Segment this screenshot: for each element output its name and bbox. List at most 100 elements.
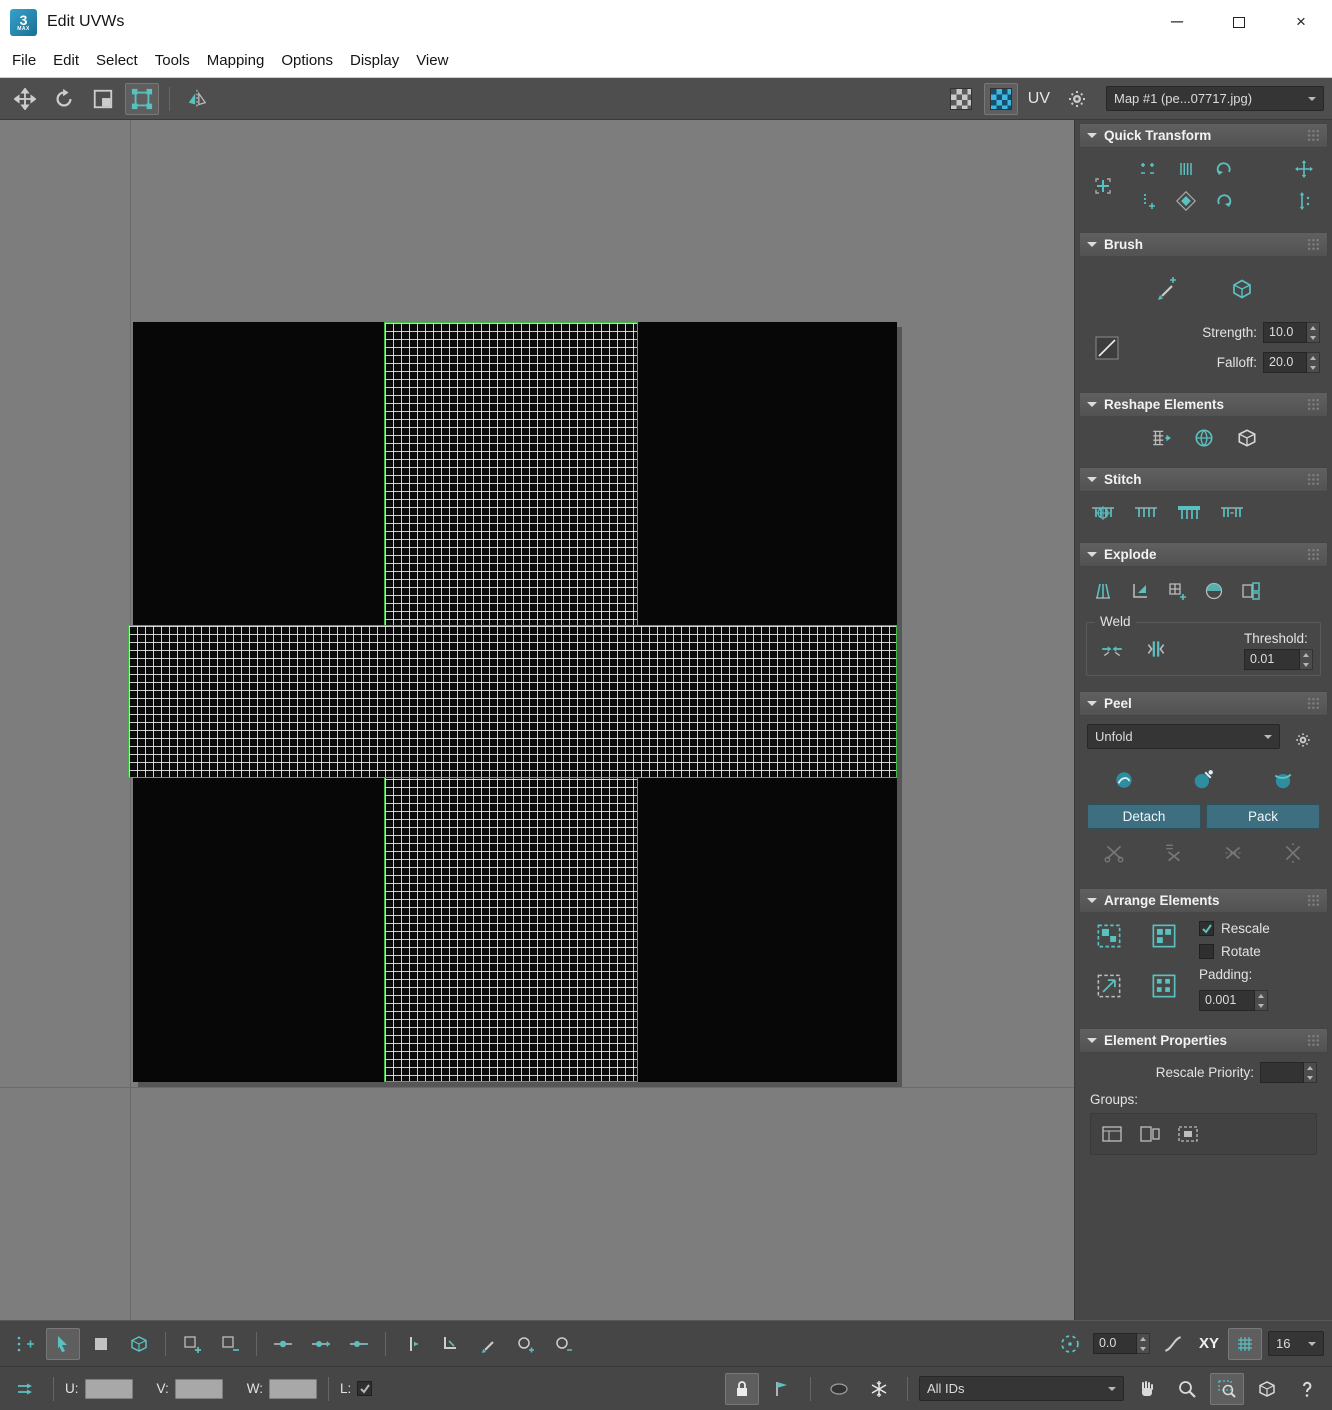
explode-checker-button[interactable] xyxy=(1197,575,1231,607)
move-tool-button[interactable] xyxy=(8,83,42,115)
detach-button[interactable]: Detach xyxy=(1087,804,1201,829)
rescale-checkbox[interactable] xyxy=(1199,921,1214,936)
threshold-spinner[interactable]: 0.01 xyxy=(1244,649,1313,670)
u-input[interactable] xyxy=(84,1378,133,1399)
pack-button[interactable]: Pack xyxy=(1206,804,1320,829)
padding-spinner[interactable]: 0.001 xyxy=(1199,990,1270,1011)
rescale-priority-spinner[interactable] xyxy=(1260,1062,1317,1083)
menu-item-view[interactable]: View xyxy=(416,52,448,69)
help-mode-button[interactable] xyxy=(1290,1373,1324,1405)
stitch-to-target-button[interactable] xyxy=(1126,495,1166,531)
relax-brush-button[interactable] xyxy=(1222,271,1262,307)
mirror-tool-button[interactable] xyxy=(180,83,214,115)
peel-mode-button[interactable] xyxy=(1166,764,1240,796)
spinner-arrows[interactable] xyxy=(1307,352,1320,373)
strength-value[interactable]: 10.0 xyxy=(1263,322,1307,343)
stitch-to-average-button[interactable] xyxy=(1169,495,1209,531)
maximize-button[interactable] xyxy=(1208,0,1270,44)
soft-selection-value[interactable]: 0.0 xyxy=(1092,1333,1137,1354)
soft-selection-value-spinner[interactable]: 0.0 xyxy=(1092,1333,1150,1354)
clear-seams-button[interactable] xyxy=(1266,837,1321,869)
show-map-in-viewport-button[interactable] xyxy=(983,82,1018,115)
face-mode-button[interactable] xyxy=(84,1328,118,1360)
flatten-by-smoothing-button[interactable] xyxy=(1086,575,1120,607)
rollout-header-arrange[interactable]: Arrange Elements xyxy=(1079,888,1328,913)
v-input[interactable] xyxy=(174,1378,223,1399)
spinner-arrows[interactable] xyxy=(1136,1333,1150,1354)
uv-shell-horizontal-strip[interactable] xyxy=(128,625,897,778)
expand-to-seam-button[interactable] xyxy=(1147,837,1202,869)
falloff-curve-type-button[interactable] xyxy=(1156,1328,1190,1360)
rollout-header-brush[interactable]: Brush xyxy=(1079,232,1328,257)
close-button[interactable]: × xyxy=(1270,0,1332,44)
peel-mode-dropdown[interactable]: Unfold xyxy=(1087,724,1280,749)
pan-button[interactable] xyxy=(1130,1373,1164,1405)
zoom-button[interactable] xyxy=(1170,1373,1204,1405)
select-loop-button[interactable] xyxy=(266,1328,300,1360)
paint-select-button[interactable] xyxy=(471,1328,505,1360)
menu-item-options[interactable]: Options xyxy=(281,52,333,69)
pack-normalize-button[interactable] xyxy=(1083,918,1135,954)
show-checker-map-button[interactable] xyxy=(944,83,978,115)
rotate-tool-button[interactable] xyxy=(47,83,81,115)
lock-aspect-checkbox[interactable] xyxy=(357,1381,373,1396)
convert-seam-to-edge-button[interactable] xyxy=(1087,837,1142,869)
spinner-arrows[interactable] xyxy=(1300,649,1313,670)
grid-size-dropdown[interactable]: 16 xyxy=(1268,1331,1324,1356)
explode-to-shells-button[interactable] xyxy=(1234,575,1268,607)
material-id-filter-dropdown[interactable]: All IDs xyxy=(919,1376,1124,1401)
minimize-button[interactable]: ─ xyxy=(1146,0,1208,44)
move-increment-button[interactable] xyxy=(1287,155,1321,183)
zoom-region-button[interactable] xyxy=(1210,1372,1244,1405)
map-options-button[interactable] xyxy=(1060,83,1094,115)
rescale-elements-button[interactable] xyxy=(1138,968,1190,1004)
falloff-space-button[interactable] xyxy=(1053,1328,1087,1360)
flatten-to-squares-button[interactable] xyxy=(1160,575,1194,607)
weld-selected-button[interactable] xyxy=(1092,631,1132,667)
grow-loop-button[interactable] xyxy=(304,1328,338,1360)
shrink-loop-button[interactable] xyxy=(342,1328,376,1360)
zoom-extents-button[interactable] xyxy=(1250,1373,1284,1405)
element-mode-button[interactable] xyxy=(122,1328,156,1360)
hide-selected-button[interactable] xyxy=(822,1373,856,1405)
pack-together-button[interactable] xyxy=(1138,918,1190,954)
seam-from-selection-button[interactable] xyxy=(1206,837,1261,869)
lock-selection-button[interactable] xyxy=(725,1372,759,1405)
spinner-arrows[interactable] xyxy=(1304,1062,1317,1083)
threshold-value[interactable]: 0.01 xyxy=(1244,649,1300,670)
rollout-header-reshape[interactable]: Reshape Elements xyxy=(1079,392,1328,417)
flatten-by-angle-button[interactable] xyxy=(1123,575,1157,607)
reshape-element-button[interactable] xyxy=(1227,420,1267,456)
brush-falloff-curve-button[interactable] xyxy=(1087,330,1127,366)
menu-item-file[interactable]: File xyxy=(12,52,36,69)
menu-item-edit[interactable]: Edit xyxy=(53,52,79,69)
stitch-custom-button[interactable] xyxy=(1083,495,1123,531)
uv-editor-canvas[interactable] xyxy=(0,120,1074,1320)
freeze-selected-button[interactable] xyxy=(862,1373,896,1405)
grow-to-seam-button[interactable] xyxy=(395,1328,429,1360)
menu-item-select[interactable]: Select xyxy=(96,52,138,69)
freeform-mode-button[interactable] xyxy=(125,82,159,115)
pack-full-rescale-button[interactable] xyxy=(1083,968,1135,1004)
spinner-arrows[interactable] xyxy=(1255,990,1268,1011)
menu-item-tools[interactable]: Tools xyxy=(155,52,190,69)
spinner-arrows[interactable] xyxy=(1307,322,1320,343)
paint-select-subtract-button[interactable] xyxy=(547,1328,581,1360)
ungroup-button[interactable] xyxy=(1133,1118,1167,1150)
weld-all-button[interactable] xyxy=(1136,631,1176,667)
relax-until-flat-button[interactable] xyxy=(1184,420,1224,456)
rollout-header-element-properties[interactable]: Element Properties xyxy=(1079,1028,1328,1053)
rotate-ccw-button[interactable] xyxy=(1206,155,1242,183)
rollout-header-explode[interactable]: Explode xyxy=(1079,542,1328,567)
distribute-dots-button[interactable] xyxy=(1130,187,1166,215)
rollout-header-quick-transform[interactable]: Quick Transform xyxy=(1079,123,1328,148)
paint-select-add-button[interactable] xyxy=(509,1328,543,1360)
menu-item-display[interactable]: Display xyxy=(350,52,399,69)
grow-selection-button[interactable] xyxy=(175,1328,209,1360)
select-group-button[interactable] xyxy=(1171,1118,1205,1150)
align-horizontal-button[interactable] xyxy=(1130,155,1166,183)
peel-options-button[interactable] xyxy=(1286,724,1320,756)
pack-diamond-button[interactable] xyxy=(1168,187,1204,215)
space-vertical-button[interactable] xyxy=(1168,155,1204,183)
rotate-cw-button[interactable] xyxy=(1206,187,1242,215)
